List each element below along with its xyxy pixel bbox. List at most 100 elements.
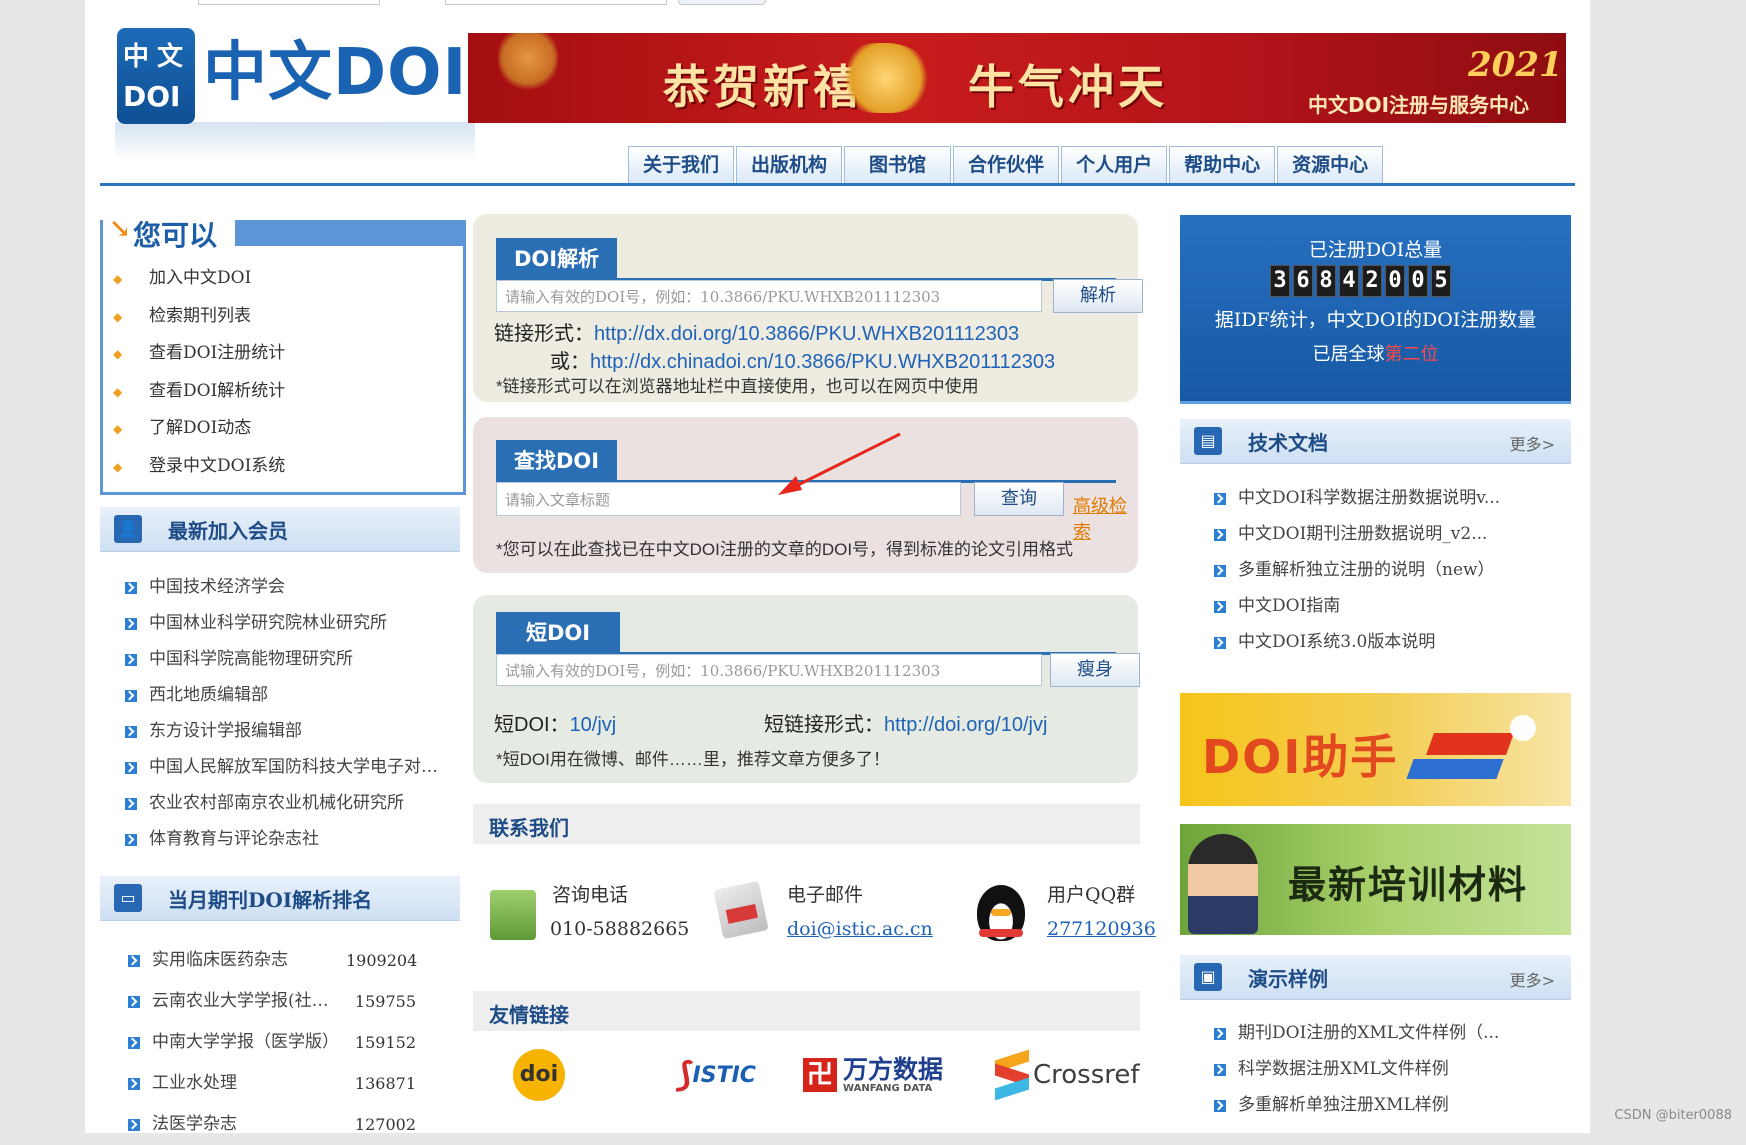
arrow-box-icon [1214, 564, 1226, 577]
ranking-row[interactable]: 云南农业大学学报(社… 159755 [128, 981, 448, 1022]
logo-text[interactable]: 中文DOI [203, 38, 467, 108]
lantern-icon [498, 33, 558, 93]
advanced-search-link[interactable]: 高级检索 [1073, 492, 1138, 544]
you-can-item[interactable]: ◆ 查看DOI解析统计 [113, 373, 285, 411]
contact-title: 联系我们 [489, 816, 569, 840]
bullet-icon: ◆ [113, 309, 123, 324]
phone-number: 010-58882665 [550, 918, 690, 940]
doc-item[interactable]: 多重解析独立注册的说明（new） [1214, 552, 1554, 588]
banner-year: 2021 [1468, 45, 1563, 85]
member-item[interactable]: 西北地质编辑部 [125, 677, 460, 713]
tech-docs-header: ▤ 技术文档 更多> [1180, 419, 1571, 464]
member-item[interactable]: 中国人民解放军国防科技大学电子对… [125, 749, 460, 785]
partner-wanfang-logo[interactable]: 卍 万方数据 WANFANG DATA [803, 1048, 943, 1102]
member-item[interactable]: 东方设计学报编辑部 [125, 713, 460, 749]
nav-divider [100, 183, 1575, 186]
shorten-button[interactable]: 瘦身 [1050, 653, 1140, 687]
resolve-link-1[interactable]: http://dx.doi.org/10.3866/PKU.WHXB201112… [594, 323, 1019, 345]
member-item[interactable]: 中国林业科学研究院林业研究所 [125, 605, 460, 641]
ranking-row[interactable]: 实用临床医药杂志 1909204 [128, 940, 448, 981]
partner-crossref-logo[interactable]: Crossref [995, 1048, 1140, 1102]
new-year-banner[interactable]: 恭贺新禧 牛气冲天 2021 中文DOI注册与服务中心 [468, 33, 1566, 123]
arrow-box-icon [1214, 636, 1226, 649]
find-tab[interactable]: 查找DOI [496, 440, 618, 482]
you-can-title: 您可以 [133, 219, 218, 252]
ranking-row[interactable]: 法医学杂志 127002 [128, 1104, 448, 1145]
logo-mark[interactable]: 中 文 DOI [117, 28, 195, 124]
bullet-icon: ◆ [113, 422, 123, 436]
arrow-box-icon [128, 954, 140, 967]
member-item[interactable]: 中国科学院高能物理研究所 [125, 641, 460, 677]
you-can-item[interactable]: ◆ 加入中文DOI [113, 260, 285, 298]
top-input-fragment[interactable] [445, 0, 667, 5]
nav-resources[interactable]: 资源中心 [1277, 146, 1384, 183]
demo-item[interactable]: 科学数据注册XML文件样例 [1214, 1051, 1554, 1087]
resolve-note: *链接形式可以在浏览器地址栏中直接使用，也可以在网页中使用 [496, 377, 979, 396]
email-label: 电子邮件 [787, 884, 864, 906]
logo-reflection [115, 122, 475, 160]
short-doi-tab[interactable]: 短DOI [496, 612, 621, 654]
demo-item[interactable]: 期刊DOI注册的XML文件样例（... [1214, 1015, 1554, 1051]
nav-about[interactable]: 关于我们 [628, 146, 735, 183]
contact-header: 联系我们 [473, 804, 1140, 844]
partner-istic-logo[interactable]: ⟆ ISTIC [677, 1048, 756, 1102]
demo-item[interactable]: 多重解析单独注册XML样例 [1214, 1087, 1554, 1123]
resolve-tab[interactable]: DOI解析 [496, 238, 618, 280]
training-material-banner[interactable]: 最新培训材料 [1180, 824, 1571, 935]
short-link-value[interactable]: http://doi.org/10/jvj [884, 714, 1047, 736]
doi-logo-icon: doi [513, 1049, 565, 1101]
demos-list: 期刊DOI注册的XML文件样例（... 科学数据注册XML文件样例 多重解析单独… [1214, 1015, 1554, 1123]
you-can-item[interactable]: ◆ 登录中文DOI系统 [113, 448, 285, 486]
demos-more-link[interactable]: 更多> [1510, 967, 1555, 991]
counter-digit: 5 [1431, 265, 1451, 297]
you-can-item[interactable]: ◆ 检索期刊列表 [113, 298, 285, 336]
you-can-item[interactable]: ◆ 查看DOI注册统计 [113, 335, 285, 373]
bullet-icon: ◆ [113, 459, 123, 474]
resolve-link-2[interactable]: http://dx.chinadoi.cn/10.3866/PKU.WHXB20… [590, 351, 1055, 373]
ranking-list: 实用临床医药杂志 1909204 云南农业大学学报(社… 159755 中南大学… [128, 940, 448, 1145]
ranking-row[interactable]: 工业水处理 136871 [128, 1063, 448, 1104]
nav-help[interactable]: 帮助中心 [1169, 146, 1276, 183]
runner-icon [1510, 715, 1536, 741]
resolve-button[interactable]: 解析 [1053, 279, 1143, 313]
member-item[interactable]: 农业农村部南京农业机械化研究所 [125, 785, 460, 821]
you-can-list: ◆ 加入中文DOI ◆ 检索期刊列表 ◆ 查看DOI注册统计 ◆ 查看DOI解析统计 ◆… [113, 260, 285, 485]
short-doi-value[interactable]: 10/jvj [570, 714, 617, 736]
nav-library[interactable]: 图书馆 [844, 146, 952, 183]
short-doi-input[interactable]: 试输入有效的DOI号，例如：10.3866/PKU.WHXB201112303 [496, 654, 1042, 686]
nav-partners[interactable]: 合作伙伴 [953, 146, 1060, 183]
ranking-row[interactable]: 中南大学学报（医学版） 159152 [128, 1022, 448, 1063]
arrow-box-icon [1214, 1063, 1226, 1076]
demos-header: ▣ 演示样例 更多> [1180, 955, 1571, 1000]
you-can-item[interactable]: ◆ 了解DOI动态 [113, 410, 285, 448]
doc-item[interactable]: 中文DOI指南 [1214, 588, 1554, 624]
qq-link[interactable]: 277120936 [1047, 918, 1156, 940]
tech-docs-title: 技术文档 [1248, 431, 1328, 455]
blue-arrow-icon [1406, 759, 1504, 779]
tech-docs-more-link[interactable]: 更多> [1510, 431, 1555, 455]
short-doi-panel: 短DOI 试输入有效的DOI号，例如：10.3866/PKU.WHXB20111… [473, 595, 1140, 783]
doi-input[interactable]: 请输入有效的DOI号，例如：10.3866/PKU.WHXB201112303 [496, 280, 1042, 312]
counter-digit: 6 [1293, 265, 1313, 297]
doi-counter: 3 6 8 4 2 0 0 5 [1270, 265, 1451, 297]
top-button-fragment[interactable] [678, 0, 766, 5]
nav-personal[interactable]: 个人用户 [1061, 146, 1168, 183]
ox-icon [840, 43, 932, 113]
short-link-line: 短链接形式：http://doi.org/10/jvj [764, 714, 1048, 736]
member-item[interactable]: 中国技术经济学会 [125, 569, 460, 605]
banner-org: 中文DOI注册与服务中心 [1308, 93, 1530, 117]
doc-item[interactable]: 中文DOI期刊注册数据说明_v2... [1214, 516, 1554, 552]
doc-item[interactable]: 中文DOI系统3.0版本说明 [1214, 624, 1554, 660]
arrow-icon: ↘ [109, 214, 131, 244]
email-link[interactable]: doi@istic.ac.cn [787, 918, 933, 940]
document-icon: ▤ [1194, 427, 1222, 455]
partner-doi-logo[interactable]: doi [513, 1048, 565, 1102]
doi-helper-banner[interactable]: DOI助手 [1180, 693, 1571, 806]
counter-digit: 0 [1385, 265, 1405, 297]
query-button[interactable]: 查询 [974, 482, 1064, 516]
nav-publishers[interactable]: 出版机构 [736, 146, 843, 183]
doc-item[interactable]: 中文DOI科学数据注册数据说明v... [1214, 480, 1554, 516]
ranking-title: 当月期刊DOI解析排名 [168, 888, 373, 912]
top-input-fragment[interactable] [198, 0, 380, 5]
member-item[interactable]: 体育教育与评论杂志社 [125, 821, 460, 857]
